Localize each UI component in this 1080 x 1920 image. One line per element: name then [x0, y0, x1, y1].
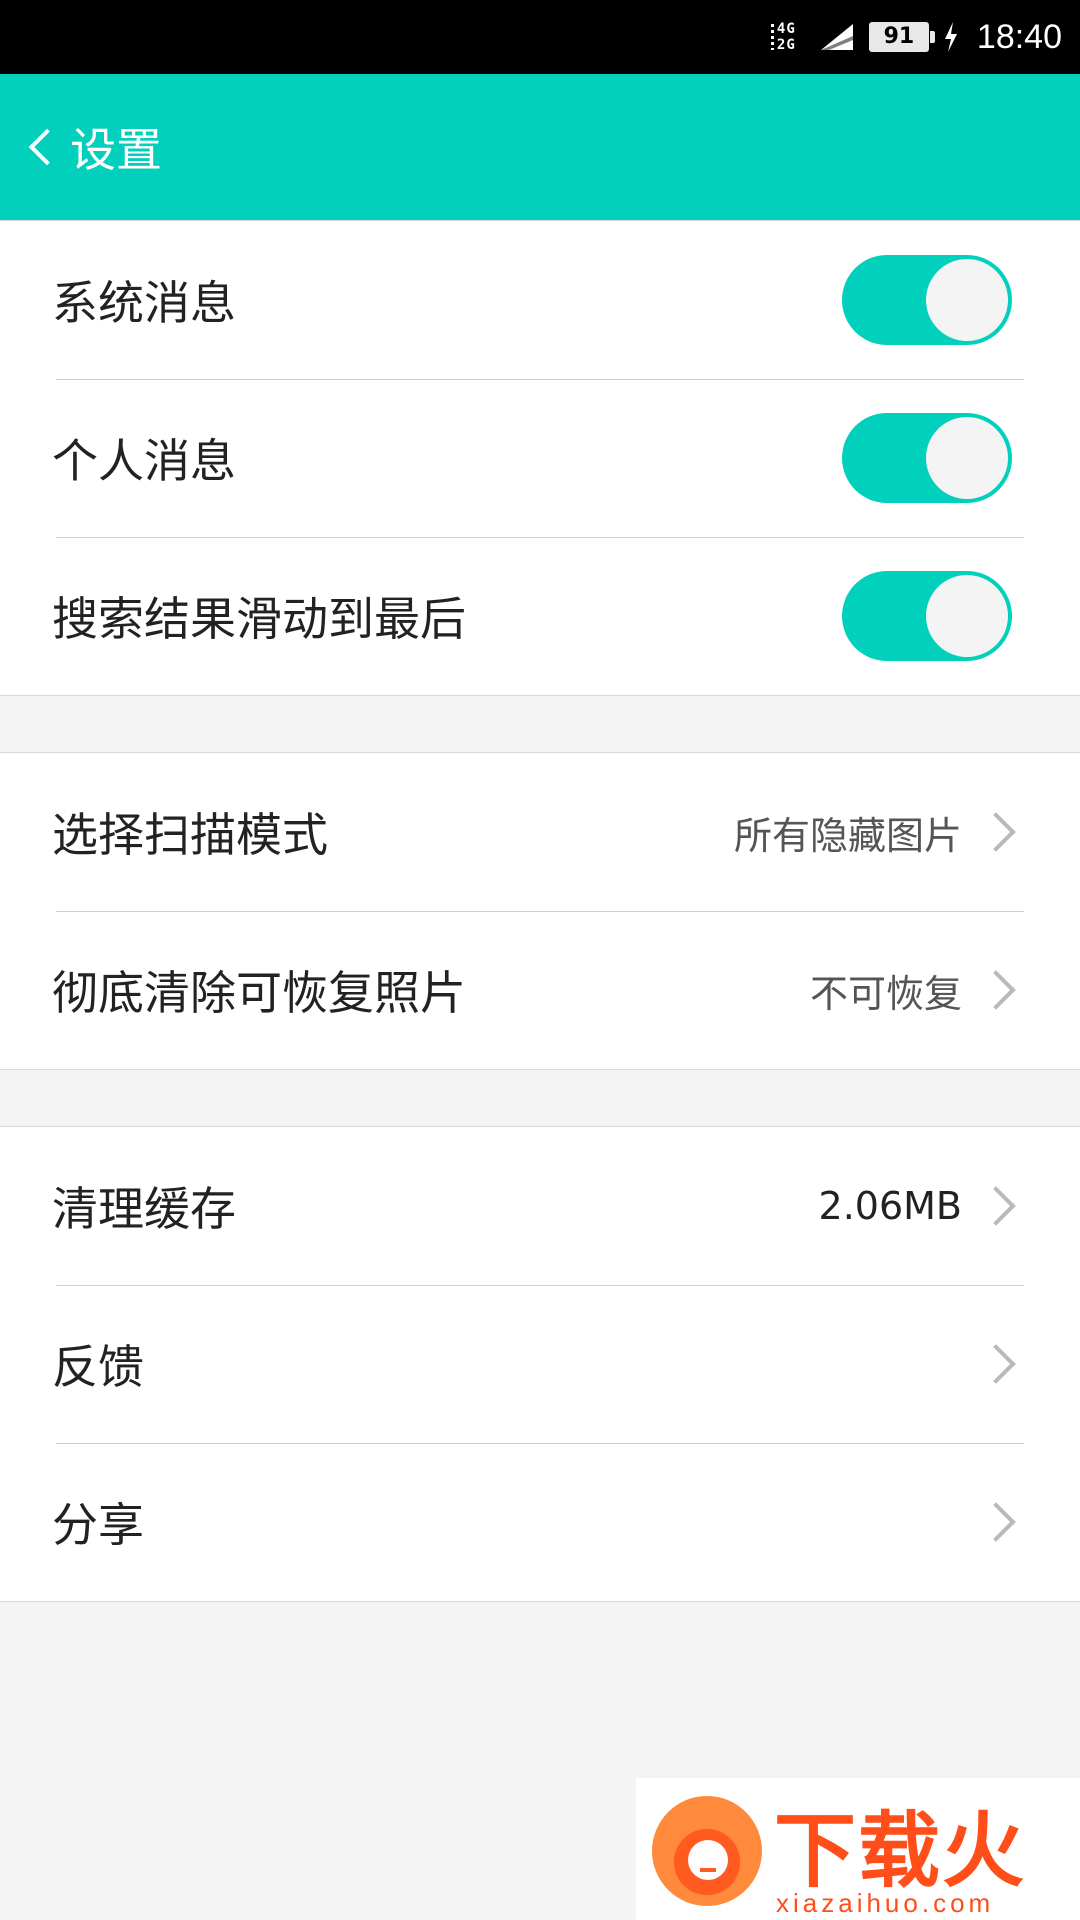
charging-bolt-icon [944, 22, 957, 52]
toggle-knob [926, 259, 1008, 341]
setting-label: 选择扫描模式 [52, 808, 328, 862]
chevron-left-icon [28, 128, 66, 166]
setting-row-system-messages[interactable]: 系统消息 [0, 221, 1080, 379]
watermark-domain: xiazaihuo.com [776, 1888, 995, 1918]
battery-icon: 91 [868, 22, 935, 52]
page-title: 设置 [70, 123, 162, 177]
setting-label: 个人消息 [52, 434, 236, 488]
scan-section: 选择扫描模式 所有隐藏图片 彻底清除可恢复照片 不可恢复 [0, 752, 1080, 1070]
status-icons: 4G 2G 91 18:40 [770, 0, 1062, 74]
chevron-right-icon [976, 970, 1016, 1010]
setting-label: 彻底清除可恢复照片 [52, 966, 466, 1020]
setting-row-scan-mode[interactable]: 选择扫描模式 所有隐藏图片 [0, 753, 1080, 911]
network-bottom-label: 2G [776, 37, 796, 53]
setting-value: 不可恢复 [809, 971, 962, 1016]
network-top-label: 4G [776, 21, 796, 37]
toggle-knob [926, 417, 1008, 499]
network-type-icon: 4G 2G [770, 20, 805, 54]
setting-row-scroll-to-end[interactable]: 搜索结果滑动到最后 [0, 537, 1080, 695]
watermark-title: 下载火 [774, 1804, 1027, 1899]
setting-label: 分享 [52, 1498, 144, 1552]
personal-messages-toggle[interactable] [842, 413, 1012, 503]
setting-row-share[interactable]: 分享 [0, 1443, 1080, 1601]
setting-row-thorough-delete[interactable]: 彻底清除可恢复照片 不可恢复 [0, 911, 1080, 1069]
scroll-to-end-toggle[interactable] [842, 571, 1012, 661]
chevron-right-icon [976, 1502, 1016, 1542]
cache-size-value: 2.06MB [818, 1184, 962, 1228]
chevron-right-icon [976, 812, 1016, 852]
setting-label: 系统消息 [52, 276, 236, 330]
setting-label: 清理缓存 [52, 1182, 236, 1236]
notifications-section: 系统消息 个人消息 搜索结果滑动到最后 [0, 220, 1080, 696]
watermark-logo: 下载火 xiazaihuo.com [636, 1778, 1080, 1920]
app-header: 设置 [0, 74, 1080, 220]
chevron-right-icon [976, 1186, 1016, 1226]
setting-label: 反馈 [52, 1340, 144, 1394]
setting-row-feedback[interactable]: 反馈 [0, 1285, 1080, 1443]
setting-label: 搜索结果滑动到最后 [52, 592, 466, 646]
setting-row-clear-cache[interactable]: 清理缓存 2.06MB [0, 1127, 1080, 1285]
misc-section: 清理缓存 2.06MB 反馈 分享 [0, 1126, 1080, 1602]
download-arrow-icon [700, 1848, 716, 1872]
signal-strength-icon [820, 24, 853, 50]
status-time: 18:40 [976, 17, 1062, 56]
setting-row-personal-messages[interactable]: 个人消息 [0, 379, 1080, 537]
back-button[interactable]: 设置 [24, 74, 162, 220]
signal-dots-icon [770, 24, 774, 50]
status-bar: 4G 2G 91 18:40 [0, 0, 1080, 74]
chevron-right-icon [976, 1344, 1016, 1384]
flame-logo-icon [652, 1796, 762, 1906]
system-messages-toggle[interactable] [842, 255, 1012, 345]
battery-level: 91 [883, 24, 915, 49]
toggle-knob [926, 575, 1008, 657]
setting-value: 所有隐藏图片 [733, 813, 962, 858]
